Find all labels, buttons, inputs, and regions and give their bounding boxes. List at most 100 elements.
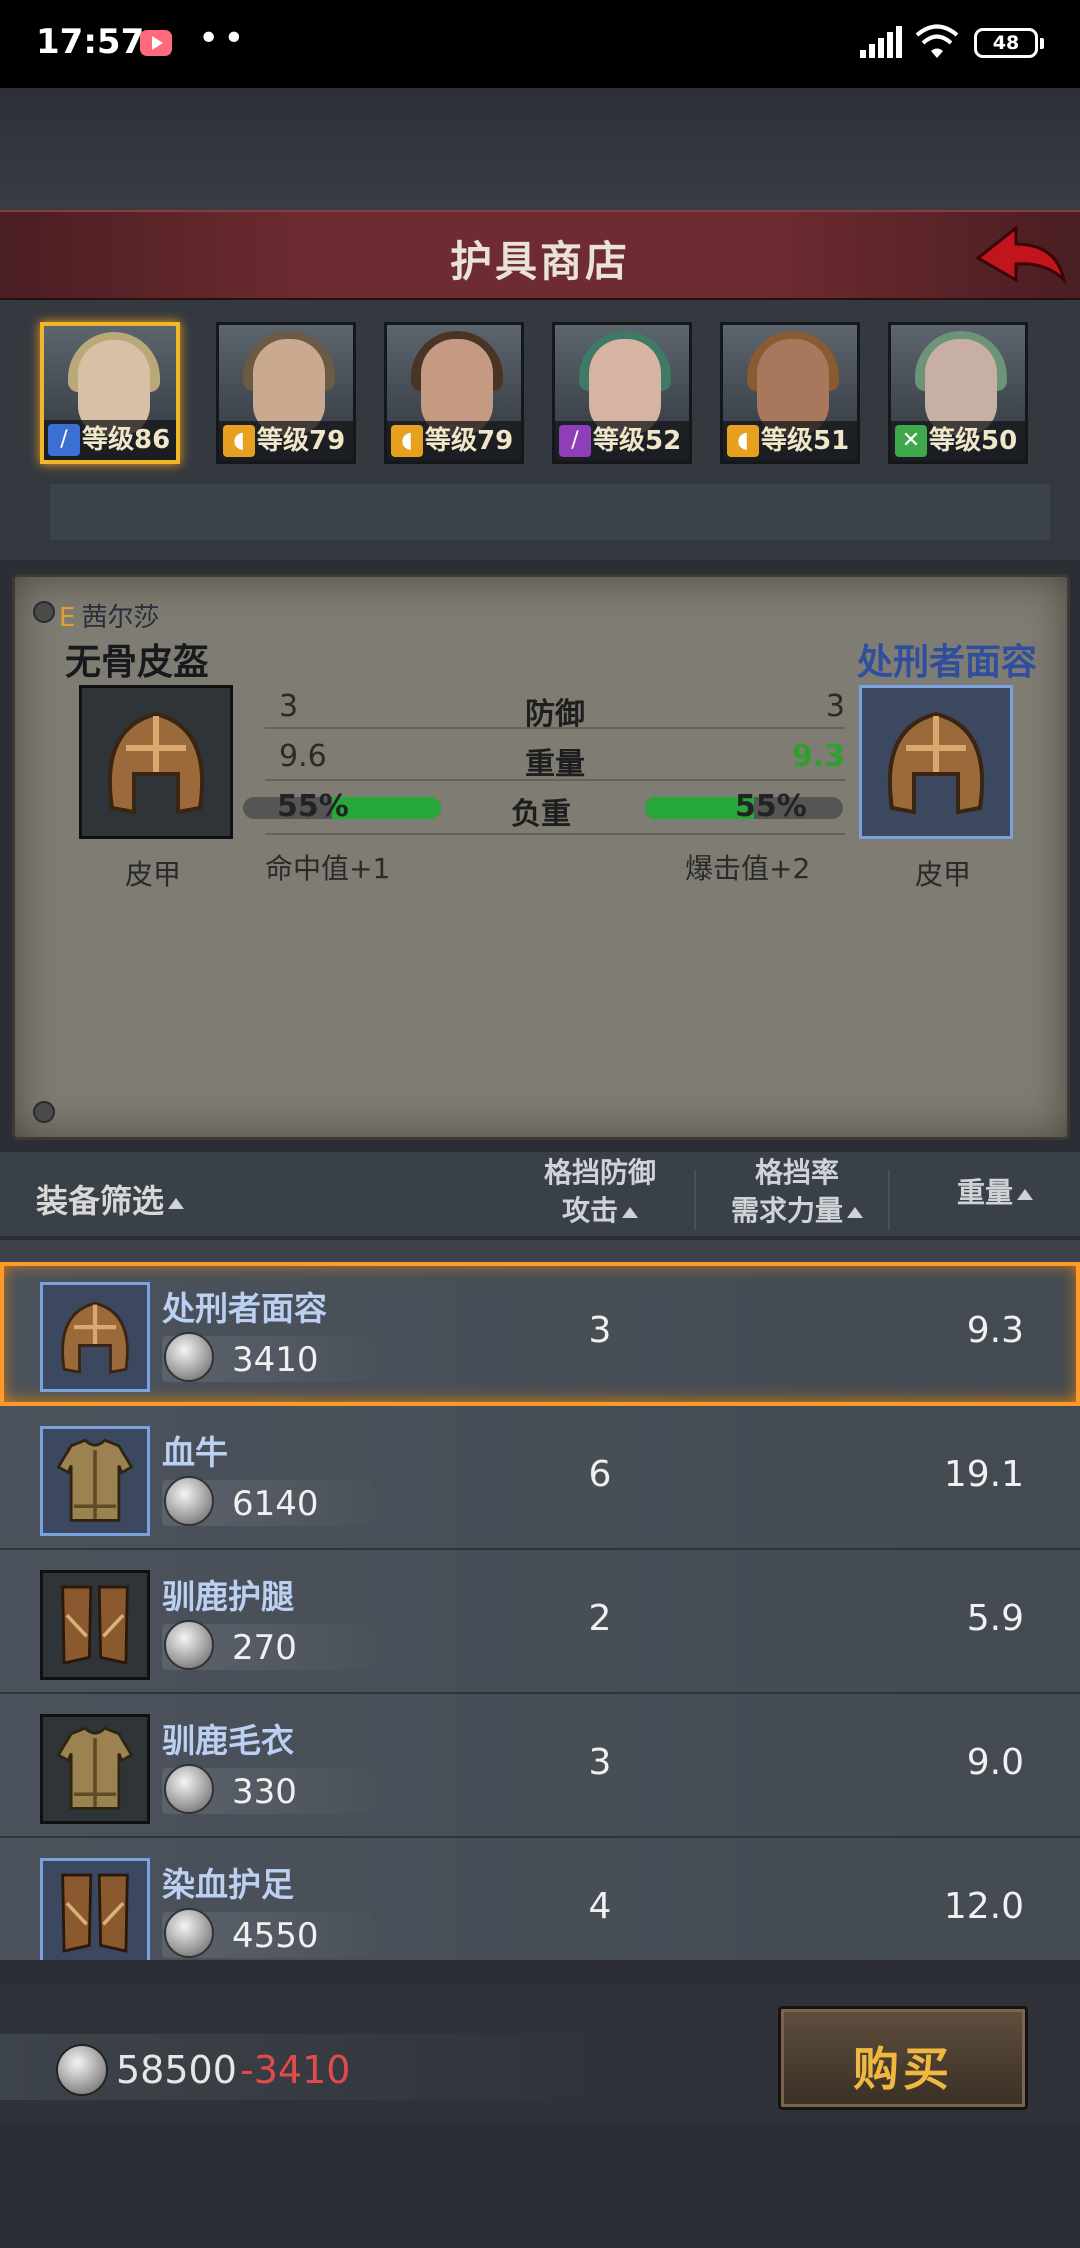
hero-level: 等级79 (425, 426, 514, 456)
silver-coin-icon (164, 1332, 214, 1382)
clock: 17:57 (36, 22, 145, 62)
page-title: 护具商店 (449, 237, 630, 286)
item-row[interactable]: 驯鹿护腿 270 2 5.9 (0, 1550, 1080, 1694)
column-label: 格挡率 (754, 1156, 839, 1189)
owner-name: 茜尔莎 (81, 603, 160, 633)
column-header-weight[interactable]: 重量 (930, 1174, 1060, 1212)
nail-decoration (33, 601, 55, 623)
equipped-item-name: 无骨皮盔 (65, 642, 210, 683)
notification-dots: •• (198, 18, 249, 59)
sort-icon (847, 1206, 863, 1218)
item-weight: 19.1 (943, 1454, 1024, 1495)
item-defense: 3 (588, 1310, 612, 1351)
body-armor-icon (56, 1438, 134, 1522)
equipped-bonus: 命中值+1 (265, 852, 391, 885)
item-row[interactable]: 驯鹿毛衣 330 3 9.0 (0, 1694, 1080, 1838)
item-weight: 9.0 (966, 1742, 1024, 1783)
shield-icon: ◖ (223, 425, 255, 457)
item-row[interactable]: 染血护足 4550 4 12.0 (0, 1838, 1080, 1960)
item-weight: 12.0 (943, 1886, 1024, 1927)
hero-strip (50, 484, 1050, 540)
load-label: 负重 (511, 797, 571, 832)
buy-label: 购买 (853, 2042, 953, 2096)
hero-level: 等级51 (761, 426, 850, 456)
title-bar: 护具商店 (0, 210, 1080, 302)
hero-card-6[interactable]: ✕ 等级50 (888, 322, 1028, 464)
hero-level: 等级50 (929, 426, 1018, 456)
top-band (0, 88, 1080, 210)
item-defense: 6 (588, 1454, 612, 1495)
buy-button[interactable]: 购买 (778, 2006, 1028, 2110)
column-divider (888, 1170, 890, 1230)
item-price: 3410 (232, 1340, 319, 1380)
stat-label: 重量 (525, 747, 585, 782)
hero-card-3[interactable]: ◖ 等级79 (384, 322, 524, 464)
column-sublabel: 需求力量 (730, 1194, 843, 1227)
selected-item-type: 皮甲 (915, 858, 972, 891)
hero-card-5[interactable]: ◖ 等级51 (720, 322, 860, 464)
item-weight: 9.3 (966, 1310, 1024, 1351)
item-row[interactable]: 处刑者面容 3410 3 9.3 (0, 1262, 1080, 1406)
item-icon (40, 1570, 150, 1680)
stat-row-weight: 9.6 重量 9.3 (265, 739, 845, 783)
item-name: 染血护足 (162, 1865, 294, 1904)
item-row[interactable]: 血牛 6140 6 19.1 (0, 1406, 1080, 1550)
footer-bar: 58500 -3410 购买 (0, 1984, 1080, 2124)
silver-coin-icon (164, 1476, 214, 1526)
column-header-block-rate[interactable]: 格挡率 需求力量 (712, 1154, 882, 1230)
back-arrow-icon[interactable] (970, 218, 1070, 294)
item-icon (40, 1714, 150, 1824)
stat-right: 3 (825, 689, 845, 724)
item-price: 270 (232, 1628, 297, 1668)
item-name: 血牛 (162, 1433, 228, 1472)
shield-icon: ◖ (727, 425, 759, 457)
hero-card-4[interactable]: / 等级52 (552, 322, 692, 464)
item-name: 处刑者面容 (162, 1289, 327, 1328)
sort-icon (1017, 1188, 1033, 1200)
money-balance: 58500 (116, 2048, 237, 2092)
column-label: 格挡防御 (543, 1156, 656, 1189)
divider (265, 833, 845, 835)
hero-card-1[interactable]: / 等级86 (40, 322, 180, 464)
nail-decoration (33, 1101, 55, 1123)
silver-coin-icon (164, 1908, 214, 1958)
sort-icon (168, 1197, 185, 1209)
divider (265, 727, 845, 729)
selected-item-name: 处刑者面容 (856, 642, 1037, 683)
item-list: 处刑者面容 3410 3 9.3 血牛 6140 6 19.1 驯鹿护腿 270… (0, 1240, 1080, 1960)
divider (265, 779, 845, 781)
selected-load-text: 55% (735, 789, 807, 824)
signal-icon (860, 26, 902, 58)
owner-label: E 茜尔莎 (59, 597, 159, 634)
status-bar: 17:57 •• 48 (0, 0, 1080, 88)
leg-armor-icon (61, 1873, 129, 1953)
silver-coin-icon (164, 1764, 214, 1814)
selected-bonus: 爆击值+2 (685, 852, 811, 885)
item-icon (40, 1858, 150, 1960)
helmet-icon (61, 1301, 129, 1374)
item-defense: 2 (588, 1598, 612, 1639)
silver-coin-icon (56, 2044, 108, 2096)
hero-card-2[interactable]: ◖ 等级79 (216, 322, 356, 464)
hero-level: 等级86 (82, 425, 171, 455)
item-price: 4550 (232, 1916, 319, 1956)
item-icon (40, 1282, 150, 1392)
silver-coin-icon (164, 1620, 214, 1670)
bow-icon: ✕ (895, 425, 927, 457)
rank-tag: E (59, 603, 76, 633)
item-icon (40, 1426, 150, 1536)
item-defense: 3 (588, 1742, 612, 1783)
column-sublabel: 攻击 (561, 1194, 618, 1227)
purchase-cost: -3410 (240, 2048, 351, 2092)
column-header-defense[interactable]: 格挡防御 攻击 (520, 1154, 680, 1230)
item-price: 330 (232, 1772, 297, 1812)
leg-armor-icon (61, 1585, 129, 1665)
sort-icon (622, 1206, 638, 1218)
hero-level: 等级79 (257, 426, 346, 456)
filter-button[interactable]: 装备筛选 (36, 1176, 185, 1222)
sword-icon: / (48, 424, 80, 456)
stat-right: 9.3 (791, 739, 845, 774)
body-armor-icon (56, 1726, 134, 1810)
equipped-item-type: 皮甲 (125, 858, 182, 891)
column-label: 重量 (956, 1176, 1013, 1209)
